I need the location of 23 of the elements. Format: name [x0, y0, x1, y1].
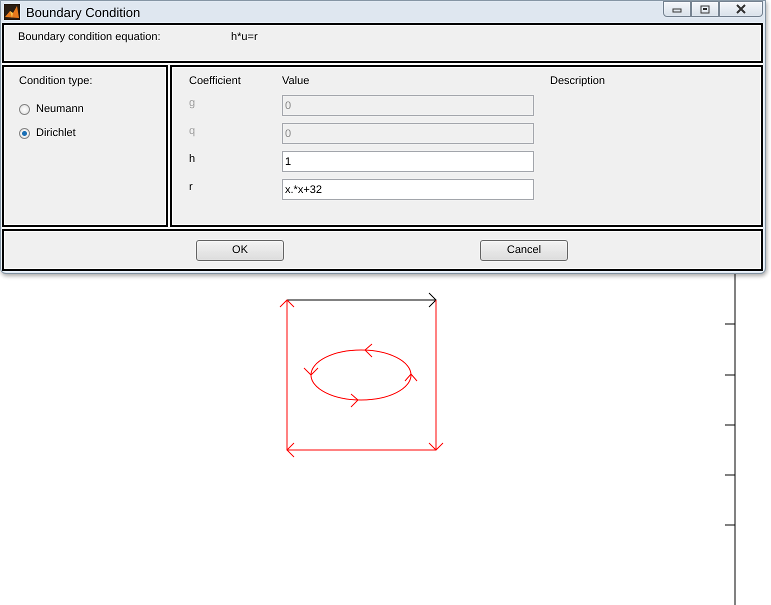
equation-label: Boundary condition equation: [18, 31, 162, 45]
window-title: Boundary Condition [26, 4, 142, 20]
ok-button[interactable]: OK [196, 240, 284, 260]
app-logo-icon [4, 4, 20, 20]
minimize-button[interactable] [663, 1, 691, 17]
coefficient-name: g [189, 97, 196, 109]
value-field[interactable]: x.*x+32 [282, 179, 534, 200]
maximize-button[interactable] [691, 1, 719, 17]
radio-option[interactable]: Neumann [19, 103, 84, 115]
maximize-icon [700, 4, 710, 14]
column-header: Coefficient [189, 75, 241, 87]
condition-type-label: Condition type: [19, 75, 92, 87]
column-header: Description [550, 75, 606, 87]
equation-text: h*u=r [231, 31, 258, 45]
close-icon [735, 4, 747, 14]
cancel-button[interactable]: Cancel [480, 240, 568, 260]
column-header: Value [282, 75, 310, 87]
coefficient-name: q [189, 125, 196, 137]
value-field[interactable]: 1 [282, 151, 534, 172]
radio-option[interactable]: Dirichlet [19, 127, 76, 139]
coefficient-name: r [189, 181, 193, 193]
coefficient-name: h [189, 153, 196, 165]
close-button[interactable] [719, 1, 763, 17]
